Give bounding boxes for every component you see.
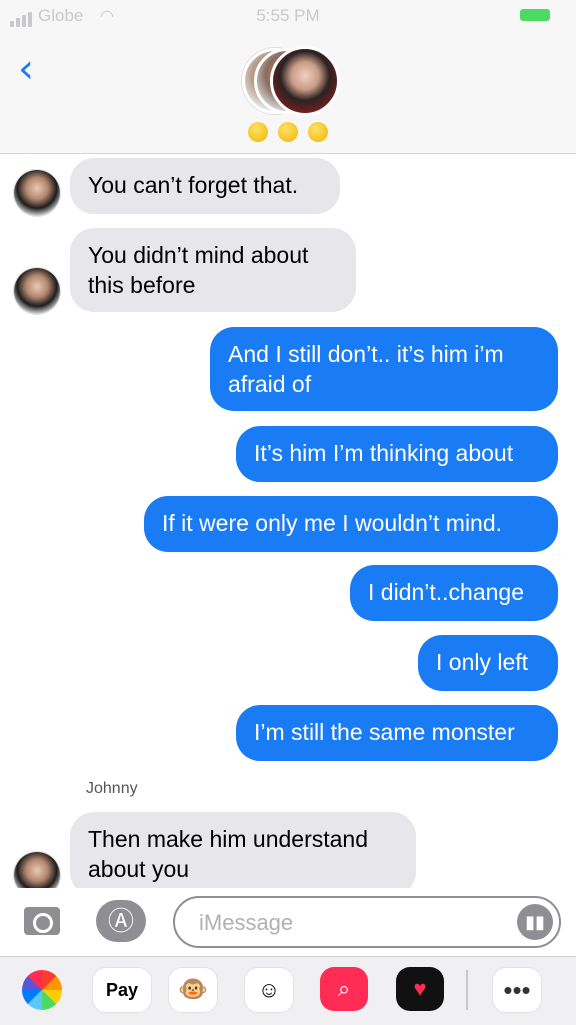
shushing-face-emoji	[248, 121, 269, 142]
group-name-emoji[interactable]	[0, 120, 576, 143]
memoji-icon[interactable]: ☺	[244, 967, 294, 1013]
outgoing-message-bubble[interactable]: I only left	[418, 635, 558, 691]
app-store-icon[interactable]: Ⓐ	[96, 900, 146, 942]
battery-icon	[520, 9, 550, 21]
message-row: Then make him understand about you	[0, 812, 576, 888]
outgoing-message-bubble[interactable]: I’m still the same monster	[236, 705, 558, 761]
outgoing-message-bubble[interactable]: I didn’t..change	[350, 565, 558, 621]
audio-waveform-icon[interactable]: ▮▮	[517, 904, 553, 940]
group-avatar[interactable]	[242, 46, 340, 116]
shushing-face-emoji	[307, 121, 328, 142]
shushing-face-emoji	[278, 121, 298, 142]
conversation-header: Globe ◠ 5:55 PM ‹	[0, 0, 576, 154]
apple-pay-label: Pay	[105, 980, 139, 1000]
message-input[interactable]: iMessage ▮▮	[173, 896, 561, 948]
photos-icon[interactable]	[22, 970, 62, 1010]
avatar	[14, 852, 60, 888]
message-thread[interactable]: You can’t forget that. You didn’t mind a…	[0, 154, 576, 888]
chevron-left-icon[interactable]: ‹	[18, 49, 52, 89]
status-bar: Globe ◠ 5:55 PM	[0, 0, 576, 32]
animoji-icon[interactable]: 🐵	[168, 967, 218, 1013]
incoming-message-bubble[interactable]: You can’t forget that.	[70, 158, 340, 214]
message-row: You didn’t mind about this before	[0, 228, 576, 314]
avatar	[14, 170, 60, 216]
avatar	[14, 268, 60, 314]
divider	[466, 970, 468, 1010]
apple-pay-icon[interactable]: Pay	[92, 967, 152, 1013]
clock: 5:55 PM	[256, 6, 320, 25]
incoming-message-bubble[interactable]: You didn’t mind about this before	[70, 228, 356, 312]
digital-touch-icon[interactable]: ♥	[396, 967, 444, 1011]
message-row: You can’t forget that.	[0, 158, 576, 216]
outgoing-message-bubble[interactable]: If it were only me I wouldn’t mind.	[144, 496, 558, 552]
incoming-message-bubble[interactable]: Then make him understand about you	[70, 812, 416, 888]
search-images-icon[interactable]: ⌕	[320, 967, 368, 1011]
more-icon[interactable]: •••	[492, 967, 542, 1013]
outgoing-message-bubble[interactable]: It’s him I’m thinking about	[236, 426, 558, 482]
outgoing-message-bubble[interactable]: And I still don’t.. it’s him i’m afraid …	[210, 327, 558, 411]
message-placeholder: iMessage	[199, 910, 294, 935]
sender-name: Johnny	[86, 780, 138, 797]
avatar	[270, 46, 340, 116]
camera-icon[interactable]	[24, 907, 60, 935]
